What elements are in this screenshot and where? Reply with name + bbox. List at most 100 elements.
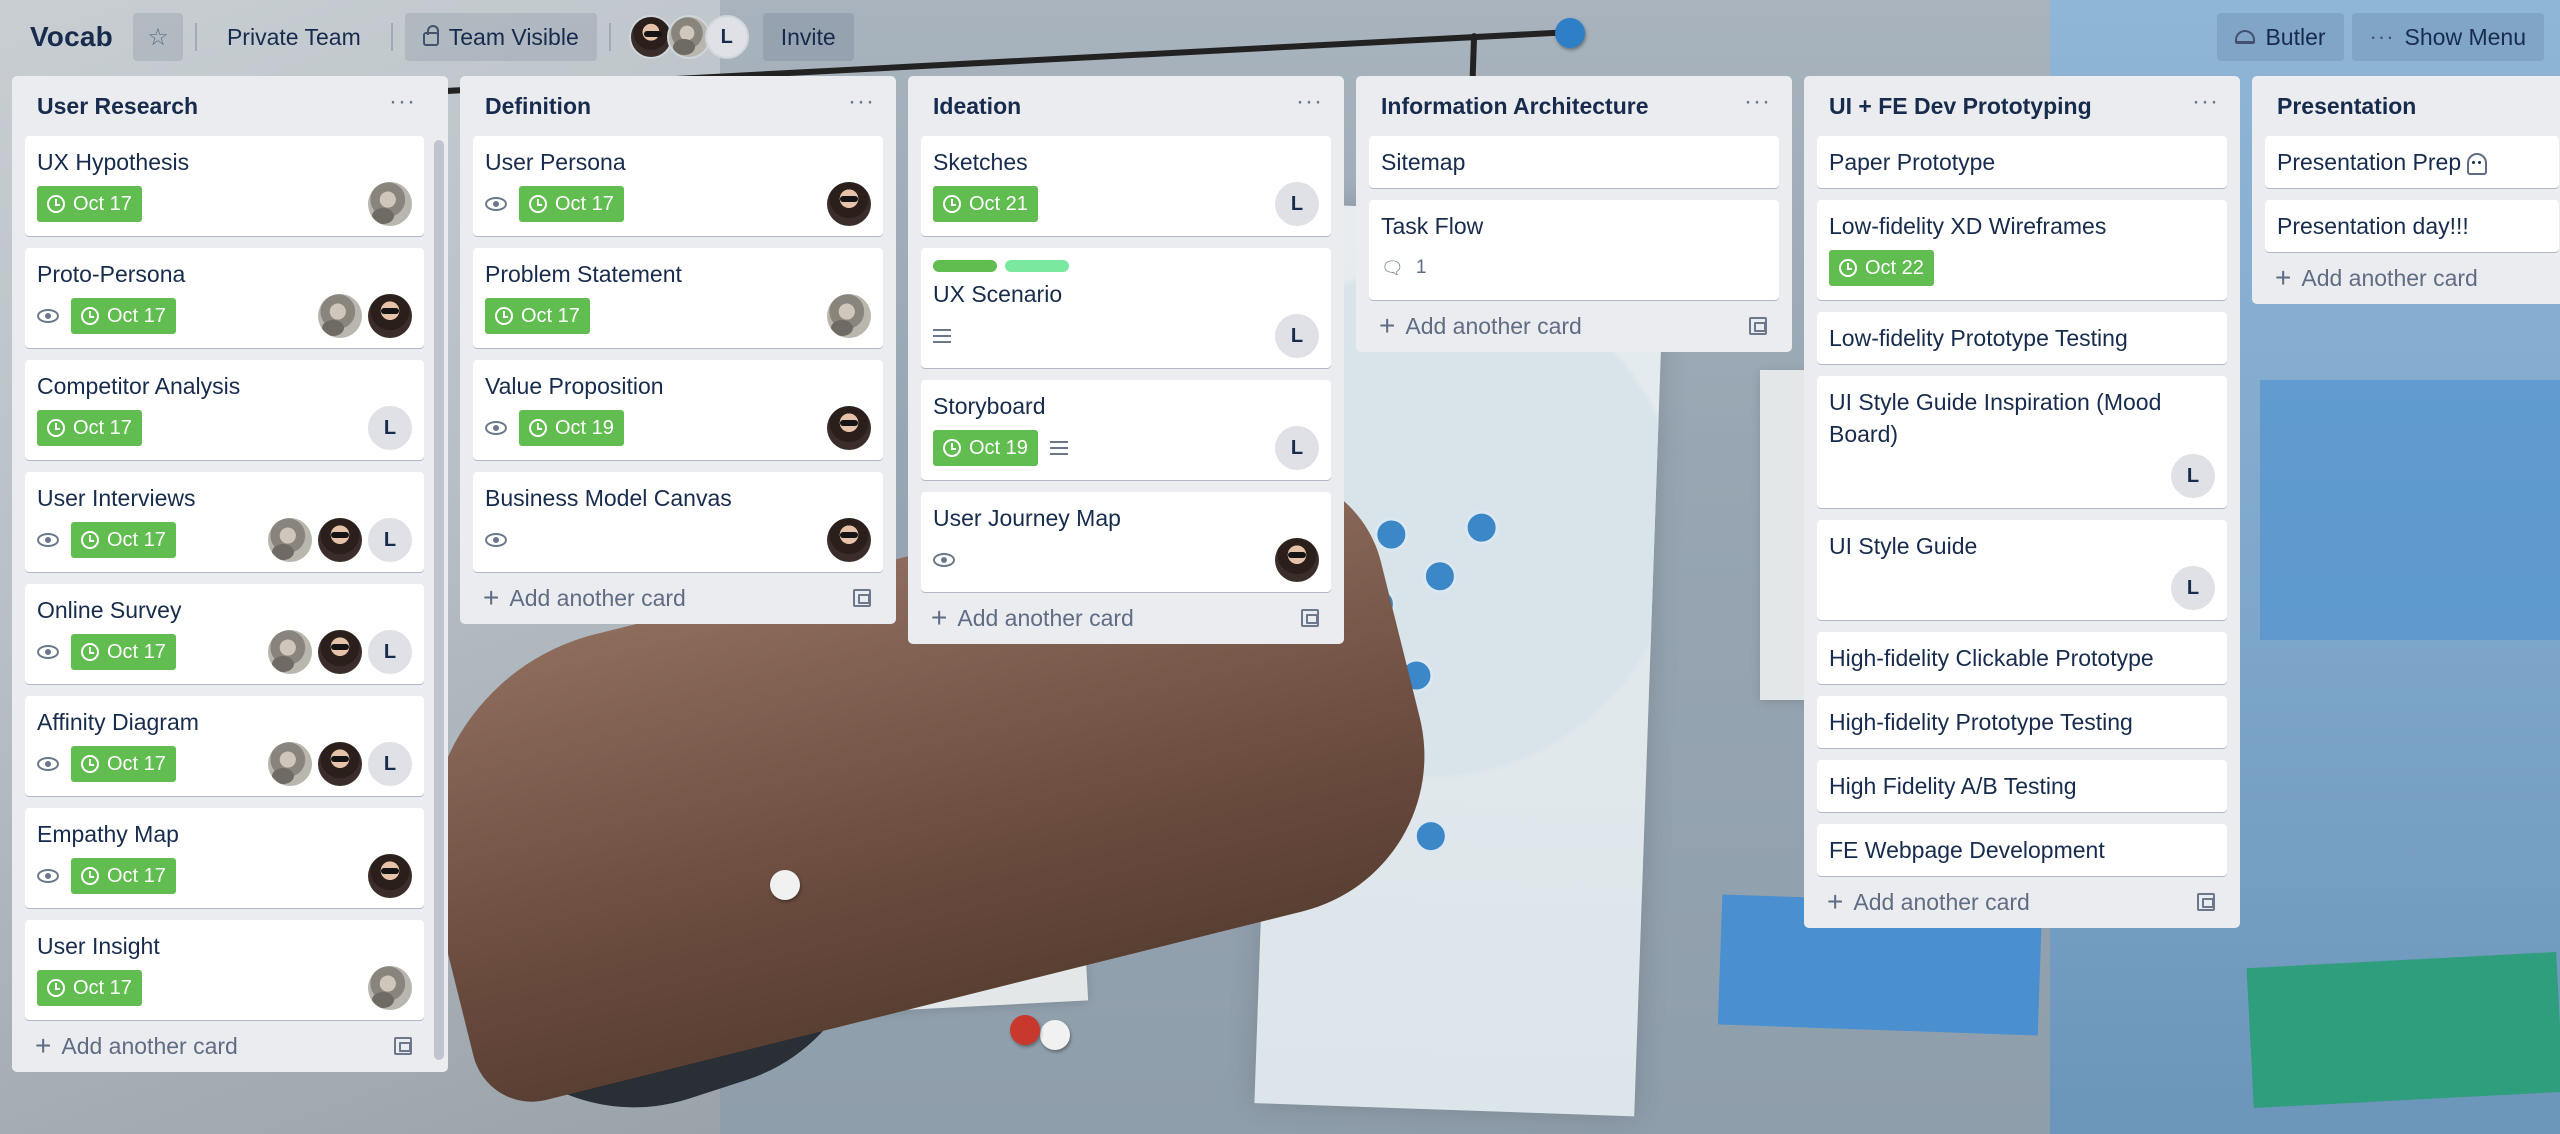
avatar[interactable]: L: [704, 15, 749, 59]
avatar[interactable]: [368, 294, 412, 338]
avatar[interactable]: [318, 742, 362, 786]
list-menu-icon[interactable]: ···: [848, 90, 875, 122]
add-card-button[interactable]: + Add another card: [25, 1020, 424, 1072]
list-menu-icon[interactable]: ···: [2192, 90, 2219, 122]
card[interactable]: Value Proposition Oct 19: [473, 360, 883, 460]
card[interactable]: Competitor Analysis Oct 17 L: [25, 360, 424, 460]
card[interactable]: Low-fidelity Prototype Testing: [1817, 312, 2227, 364]
list-menu-icon[interactable]: ···: [1744, 90, 1771, 122]
list-title[interactable]: User Research: [37, 93, 198, 120]
card[interactable]: Proto-Persona Oct 17: [25, 248, 424, 348]
avatar[interactable]: [827, 406, 871, 450]
due-date-badge[interactable]: Oct 17: [519, 186, 624, 222]
card[interactable]: UI Style Guide L: [1817, 520, 2227, 620]
due-date-badge[interactable]: Oct 19: [933, 430, 1038, 466]
avatar[interactable]: [827, 182, 871, 226]
list-title[interactable]: Ideation: [933, 93, 1021, 120]
avatar[interactable]: [318, 630, 362, 674]
avatar[interactable]: L: [2171, 454, 2215, 498]
card[interactable]: Affinity Diagram Oct 17 L: [25, 696, 424, 796]
add-card-button[interactable]: + Add another card: [2265, 252, 2559, 304]
due-date-badge[interactable]: Oct 17: [37, 186, 142, 222]
avatar[interactable]: [268, 518, 312, 562]
card[interactable]: FE Webpage Development: [1817, 824, 2227, 876]
avatar[interactable]: [368, 182, 412, 226]
card[interactable]: Storyboard Oct 19 L: [921, 380, 1331, 480]
card[interactable]: UI Style Guide Inspiration (Mood Board) L: [1817, 376, 2227, 508]
list-title[interactable]: UI + FE Dev Prototyping: [1829, 93, 2092, 120]
avatar[interactable]: L: [1275, 314, 1319, 358]
avatar[interactable]: [368, 966, 412, 1010]
star-board-button[interactable]: ☆: [132, 13, 183, 61]
due-date-badge[interactable]: Oct 17: [71, 746, 176, 782]
avatar[interactable]: [318, 518, 362, 562]
due-date-badge[interactable]: Oct 17: [71, 858, 176, 894]
card-template-icon[interactable]: [1749, 317, 1767, 335]
avatar[interactable]: L: [1275, 182, 1319, 226]
due-date-badge[interactable]: Oct 17: [37, 970, 142, 1006]
card[interactable]: Presentation Prep: [2265, 136, 2559, 188]
avatar[interactable]: L: [368, 406, 412, 450]
card[interactable]: Paper Prototype: [1817, 136, 2227, 188]
card[interactable]: User Journey Map: [921, 492, 1331, 592]
card[interactable]: Empathy Map Oct 17: [25, 808, 424, 908]
avatar[interactable]: [368, 854, 412, 898]
add-card-button[interactable]: + Add another card: [1817, 876, 2227, 928]
card[interactable]: Sitemap: [1369, 136, 1779, 188]
card-label[interactable]: [933, 260, 997, 272]
avatar[interactable]: [268, 630, 312, 674]
card[interactable]: UX Scenario L: [921, 248, 1331, 368]
butler-button[interactable]: Butler: [2217, 13, 2344, 61]
list-title[interactable]: Definition: [485, 93, 591, 120]
avatar[interactable]: L: [1275, 426, 1319, 470]
card-template-icon[interactable]: [853, 589, 871, 607]
card[interactable]: Presentation day!!!: [2265, 200, 2559, 252]
card-label[interactable]: [1005, 260, 1069, 272]
list-scrollbar[interactable]: [434, 140, 444, 1060]
card[interactable]: Low-fidelity XD Wireframes Oct 22: [1817, 200, 2227, 300]
card[interactable]: High-fidelity Clickable Prototype: [1817, 632, 2227, 684]
due-date-badge[interactable]: Oct 17: [37, 410, 142, 446]
add-card-button[interactable]: + Add another card: [473, 572, 883, 624]
show-menu-button[interactable]: ··· Show Menu: [2351, 13, 2544, 61]
card-template-icon[interactable]: [2197, 893, 2215, 911]
list-menu-icon[interactable]: ···: [1296, 90, 1323, 122]
due-date-badge[interactable]: Oct 19: [519, 410, 624, 446]
due-date-badge[interactable]: Oct 17: [71, 522, 176, 558]
board-title[interactable]: Vocab: [16, 21, 125, 53]
card[interactable]: Business Model Canvas: [473, 472, 883, 572]
avatar[interactable]: L: [368, 630, 412, 674]
avatar[interactable]: L: [2171, 566, 2215, 610]
list-title[interactable]: Information Architecture: [1381, 93, 1649, 120]
add-card-button[interactable]: + Add another card: [1369, 300, 1779, 352]
card[interactable]: High Fidelity A/B Testing: [1817, 760, 2227, 812]
due-date-badge[interactable]: Oct 17: [71, 634, 176, 670]
avatar[interactable]: [1275, 538, 1319, 582]
invite-button[interactable]: Invite: [762, 13, 854, 61]
due-date-badge[interactable]: Oct 21: [933, 186, 1038, 222]
card[interactable]: UX Hypothesis Oct 17: [25, 136, 424, 236]
card[interactable]: User Interviews Oct 17 L: [25, 472, 424, 572]
card[interactable]: Task Flow 🗨 1: [1369, 200, 1779, 300]
due-date-badge[interactable]: Oct 22: [1829, 250, 1934, 286]
avatar[interactable]: [827, 518, 871, 562]
card[interactable]: High-fidelity Prototype Testing: [1817, 696, 2227, 748]
card-template-icon[interactable]: [394, 1037, 412, 1055]
card[interactable]: Online Survey Oct 17 L: [25, 584, 424, 684]
avatar[interactable]: [268, 742, 312, 786]
avatar[interactable]: L: [368, 518, 412, 562]
list-title[interactable]: Presentation: [2277, 93, 2416, 120]
due-date-badge[interactable]: Oct 17: [485, 298, 590, 334]
due-date-badge[interactable]: Oct 17: [71, 298, 176, 334]
add-card-button[interactable]: + Add another card: [921, 592, 1331, 644]
list-menu-icon[interactable]: ···: [389, 90, 416, 122]
avatar[interactable]: [827, 294, 871, 338]
avatar[interactable]: L: [368, 742, 412, 786]
card[interactable]: User Persona Oct 17: [473, 136, 883, 236]
card[interactable]: Problem Statement Oct 17: [473, 248, 883, 348]
card[interactable]: Sketches Oct 21 L: [921, 136, 1331, 236]
visibility-button[interactable]: Team Visible: [404, 13, 597, 61]
team-button[interactable]: Private Team: [209, 13, 379, 61]
avatar[interactable]: [318, 294, 362, 338]
card-template-icon[interactable]: [1301, 609, 1319, 627]
